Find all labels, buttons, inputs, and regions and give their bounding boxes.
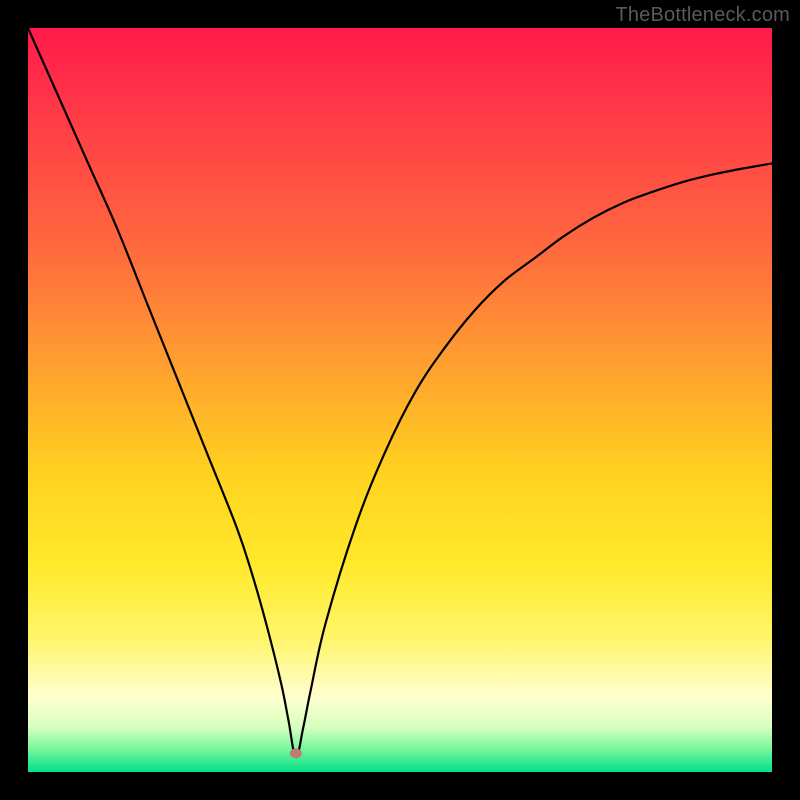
watermark-text: TheBottleneck.com xyxy=(615,4,790,27)
plot-area xyxy=(28,28,772,772)
chart-frame: TheBottleneck.com xyxy=(0,0,800,800)
optimal-point-marker xyxy=(290,748,302,758)
bottleneck-curve xyxy=(28,28,772,772)
